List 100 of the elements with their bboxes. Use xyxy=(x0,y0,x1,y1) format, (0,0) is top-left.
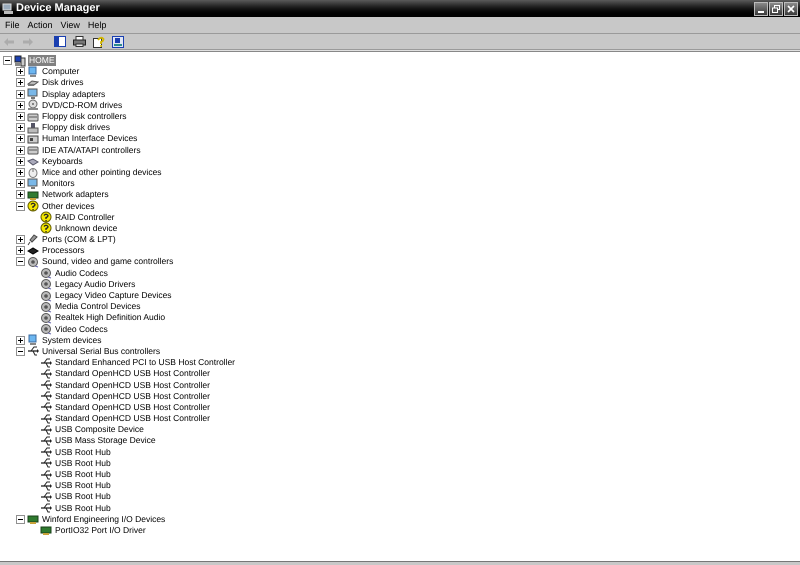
expand-icon[interactable] xyxy=(16,190,25,200)
tree-item[interactable]: USB Root Hub xyxy=(54,446,112,458)
tree-item[interactable]: Network adapters xyxy=(41,189,110,200)
expand-icon[interactable] xyxy=(16,179,25,188)
tree-item[interactable]: Video Codecs xyxy=(54,324,109,335)
usb-icon xyxy=(40,401,52,414)
collapse-icon[interactable] xyxy=(16,514,25,524)
pane-toggle-icon[interactable] xyxy=(54,36,66,47)
circuit-card-icon xyxy=(27,513,39,526)
usb-icon xyxy=(40,490,52,503)
device-icon xyxy=(27,132,39,145)
minimize-button[interactable] xyxy=(754,2,768,16)
expand-icon[interactable] xyxy=(16,112,25,122)
tree-item[interactable]: Standard OpenHCD USB Host Controller xyxy=(54,368,211,380)
tree-item[interactable]: Universal Serial Bus controllers xyxy=(41,346,162,357)
tree-item[interactable]: PortIO32 Port I/O Driver xyxy=(54,524,147,536)
question-mark-icon xyxy=(27,200,39,212)
tree-item[interactable]: RAID Controller xyxy=(54,212,116,223)
collapse-icon[interactable] xyxy=(16,202,25,211)
tree-item[interactable]: Standard OpenHCD USB Host Controller xyxy=(54,402,211,413)
usb-icon xyxy=(40,480,52,492)
menu-item[interactable]: View xyxy=(56,20,84,30)
tree-item[interactable]: Winford Engineering I/O Devices xyxy=(41,514,166,525)
menu-item[interactable]: Help xyxy=(84,20,110,30)
usb-icon xyxy=(27,345,39,358)
tree-item[interactable]: Display adapters xyxy=(41,88,106,100)
tree-item[interactable]: Other devices xyxy=(41,200,96,212)
tree-item[interactable]: Realtek High Definition Audio xyxy=(54,312,166,324)
speaker-icon xyxy=(40,300,52,313)
tree-item[interactable]: Standard OpenHCD USB Host Controller xyxy=(54,413,211,424)
expand-icon[interactable] xyxy=(16,67,25,76)
menu-item[interactable]: Action xyxy=(24,20,57,30)
speaker-icon xyxy=(40,323,52,336)
monitor-icon xyxy=(27,178,39,190)
menu-item[interactable]: File xyxy=(1,20,24,30)
tree-item[interactable]: IDE ATA/ATAPI controllers xyxy=(41,144,142,156)
controller-icon xyxy=(27,144,39,156)
tree-item[interactable]: Human Interface Devices xyxy=(41,133,138,144)
expand-icon[interactable] xyxy=(16,246,25,256)
expand-icon[interactable] xyxy=(16,235,25,244)
expand-icon[interactable] xyxy=(16,168,25,177)
collapse-icon[interactable] xyxy=(3,56,12,66)
expand-icon[interactable] xyxy=(16,156,25,166)
computer-icon xyxy=(14,54,26,67)
tree-item[interactable]: DVD/CD-ROM drives xyxy=(41,100,124,111)
properties-icon[interactable] xyxy=(112,36,124,48)
tree-item[interactable]: Legacy Audio Drivers xyxy=(54,278,136,290)
restore-button[interactable] xyxy=(769,2,783,16)
tree-item[interactable]: Standard OpenHCD USB Host Controller xyxy=(54,390,211,402)
collapse-icon[interactable] xyxy=(16,346,25,356)
tree-item[interactable]: Standard Enhanced PCI to USB Host Controller xyxy=(54,357,236,368)
printer-icon[interactable] xyxy=(73,36,86,47)
tree-item[interactable]: Floppy disk controllers xyxy=(41,111,128,122)
tree-item[interactable]: Monitors xyxy=(41,178,76,190)
mouse-icon xyxy=(27,166,39,178)
tree-item[interactable]: USB Root Hub xyxy=(54,458,112,469)
close-button[interactable] xyxy=(784,2,798,16)
tree-item[interactable]: Audio Codecs xyxy=(54,268,109,279)
expand-icon[interactable] xyxy=(16,78,25,88)
expand-icon[interactable] xyxy=(16,146,25,155)
tree-item[interactable]: Legacy Video Capture Devices xyxy=(54,290,173,302)
tree-item[interactable]: USB Composite Device xyxy=(54,424,145,436)
tree-item[interactable]: USB Mass Storage Device xyxy=(54,435,157,446)
tree-item[interactable]: Ports (COM & LPT) xyxy=(41,234,117,246)
usb-icon xyxy=(40,502,52,514)
tree-item[interactable]: System devices xyxy=(41,334,103,346)
circuit-card-icon xyxy=(40,524,52,536)
tree-item[interactable]: USB Root Hub xyxy=(54,480,112,492)
tree-item[interactable]: Standard OpenHCD USB Host Controller xyxy=(54,380,211,391)
usb-icon xyxy=(40,368,52,380)
tree-item[interactable]: Mice and other pointing devices xyxy=(41,166,163,178)
expand-icon[interactable] xyxy=(16,100,25,110)
restore-icon xyxy=(772,4,780,12)
tree-item[interactable]: Computer xyxy=(41,66,80,78)
collapse-icon[interactable] xyxy=(16,257,25,266)
question-mark-icon xyxy=(40,222,52,234)
tree-item[interactable]: Floppy disk drives xyxy=(41,122,112,134)
tree-item[interactable]: Media Control Devices xyxy=(54,301,142,312)
speaker-icon xyxy=(40,278,52,290)
tree-item[interactable]: HOME xyxy=(28,55,56,66)
tree-item[interactable]: Keyboards xyxy=(41,156,84,167)
tree-item[interactable]: USB Root Hub xyxy=(54,469,112,480)
window-title: Device Manager xyxy=(16,3,100,14)
help-icon[interactable] xyxy=(93,36,105,48)
usb-icon xyxy=(40,412,52,425)
tree-item[interactable]: Processors xyxy=(41,245,86,256)
tree-item[interactable]: Disk drives xyxy=(41,77,85,88)
tree-item[interactable]: USB Root Hub xyxy=(54,491,112,502)
usb-icon xyxy=(40,457,52,470)
speaker-icon xyxy=(27,256,39,268)
expand-icon[interactable] xyxy=(16,336,25,345)
usb-icon xyxy=(40,446,52,458)
tree-item[interactable]: Unknown device xyxy=(54,222,118,234)
usb-icon xyxy=(40,468,52,481)
tree-item[interactable]: USB Root Hub xyxy=(54,502,112,514)
question-mark-icon xyxy=(40,211,52,224)
tree-item[interactable]: Sound, video and game controllers xyxy=(41,256,174,268)
expand-icon[interactable] xyxy=(16,90,25,99)
expand-icon[interactable] xyxy=(16,123,25,132)
expand-icon[interactable] xyxy=(16,134,25,144)
